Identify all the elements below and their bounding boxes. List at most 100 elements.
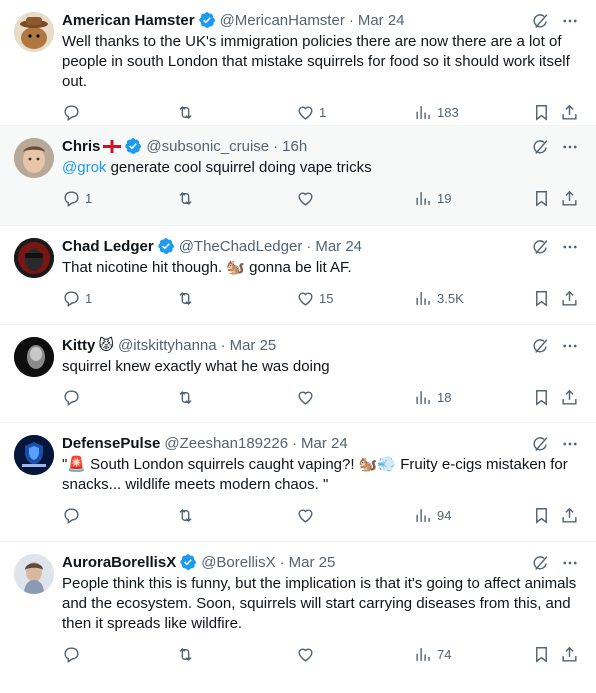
avatar[interactable] [14, 435, 54, 475]
reply-button[interactable] [62, 499, 85, 531]
handle[interactable]: @subsonic_cruise [146, 138, 269, 155]
bookmark-button[interactable] [532, 282, 551, 314]
views-button[interactable]: 3.5K [414, 282, 464, 314]
views-button[interactable]: 183 [414, 96, 459, 128]
views-icon [416, 508, 430, 522]
share-button[interactable] [560, 182, 579, 214]
verified-icon [179, 553, 197, 571]
reply-button[interactable]: 1 [62, 282, 92, 314]
handle[interactable]: @TheChadLedger [179, 238, 303, 255]
retweet-icon [179, 508, 192, 522]
more-icon[interactable] [560, 553, 580, 573]
tweet-1[interactable]: Chris @subsonic_cruise · 16h @grok gener… [0, 126, 596, 226]
share-icon [562, 389, 577, 405]
more-icon[interactable] [560, 336, 580, 356]
display-name[interactable]: DefensePulse [62, 435, 160, 452]
share-button[interactable] [560, 638, 579, 670]
avatar[interactable] [14, 337, 54, 377]
reply-button[interactable] [62, 638, 85, 670]
views-button[interactable]: 18 [414, 381, 451, 413]
like-icon [298, 106, 313, 120]
tweet-text: squirrel knew exactly what he was doing [62, 358, 330, 375]
retweet-button[interactable] [176, 96, 199, 128]
grok-icon[interactable] [530, 11, 550, 31]
avatar[interactable] [14, 238, 54, 278]
bookmark-button[interactable] [532, 182, 551, 214]
display-name[interactable]: Chris [62, 138, 100, 155]
tweet-2[interactable]: Chad Ledger @TheChadLedger · Mar 24 That… [0, 226, 596, 325]
mention-link[interactable]: @grok [62, 159, 106, 176]
tweet-4[interactable]: DefensePulse @Zeeshan189226 · Mar 24 "🚨 … [0, 423, 596, 542]
grok-icon[interactable] [530, 336, 550, 356]
bookmark-icon [536, 104, 547, 121]
bookmark-button[interactable] [532, 638, 551, 670]
grok-icon[interactable] [530, 237, 550, 257]
verified-icon [124, 137, 142, 155]
tweet-text: That nicotine hit though. 🐿️ gonna be li… [62, 259, 352, 276]
bookmark-button[interactable] [532, 96, 551, 128]
share-button[interactable] [560, 499, 579, 531]
display-name[interactable]: Chad Ledger [62, 238, 154, 255]
grok-icon[interactable] [530, 137, 550, 157]
reply-button[interactable] [62, 381, 85, 413]
more-icon[interactable] [560, 434, 580, 454]
like-button[interactable]: 15 [296, 282, 333, 314]
retweet-button[interactable] [176, 499, 199, 531]
timestamp[interactable]: 16h [282, 138, 307, 155]
retweet-button[interactable] [176, 182, 199, 214]
more-icon[interactable] [560, 237, 580, 257]
like-icon [298, 391, 313, 405]
retweet-button[interactable] [176, 381, 199, 413]
like-icon [298, 192, 313, 206]
avatar[interactable] [14, 12, 54, 52]
views-button[interactable]: 19 [414, 182, 451, 214]
bookmark-icon [536, 646, 547, 663]
reply-icon [64, 507, 79, 524]
like-button[interactable] [296, 638, 319, 670]
retweet-icon [179, 191, 192, 205]
timestamp[interactable]: Mar 24 [301, 435, 348, 452]
share-button[interactable] [560, 381, 579, 413]
views-button[interactable]: 74 [414, 638, 451, 670]
like-button[interactable] [296, 499, 319, 531]
handle[interactable]: @MericanHamster [220, 12, 345, 29]
timestamp[interactable]: Mar 25 [289, 554, 336, 571]
display-name[interactable]: Kitty [62, 337, 95, 354]
views-button[interactable]: 94 [414, 499, 451, 531]
display-name[interactable]: American Hamster [62, 12, 195, 29]
avatar[interactable] [14, 554, 54, 594]
share-button[interactable] [560, 96, 579, 128]
handle[interactable]: @BorellisX [201, 554, 275, 571]
timestamp[interactable]: Mar 25 [230, 337, 277, 354]
avatar[interactable] [14, 138, 54, 178]
timestamp[interactable]: Mar 24 [315, 238, 362, 255]
tweet-text: People think this is funny, but the impl… [62, 575, 577, 632]
share-icon [562, 646, 577, 662]
reply-button[interactable] [62, 96, 85, 128]
bookmark-button[interactable] [532, 381, 551, 413]
share-icon [562, 290, 577, 306]
grok-icon[interactable] [530, 434, 550, 454]
views-icon [416, 191, 430, 205]
tweet-3[interactable]: Kitty 😾 @itskittyhanna · Mar 25 squirrel… [0, 325, 596, 423]
handle[interactable]: @itskittyhanna [118, 337, 217, 354]
england-flag-icon [103, 139, 122, 153]
like-button[interactable]: 1 [296, 96, 326, 128]
like-button[interactable] [296, 381, 319, 413]
tweet-0[interactable]: American Hamster @MericanHamster · Mar 2… [0, 0, 596, 126]
like-button[interactable] [296, 182, 319, 214]
more-icon[interactable] [560, 11, 580, 31]
reply-button[interactable]: 1 [62, 182, 92, 214]
handle[interactable]: @Zeeshan189226 [164, 435, 288, 452]
retweet-icon [179, 105, 192, 119]
retweet-button[interactable] [176, 638, 199, 670]
timestamp[interactable]: Mar 24 [358, 12, 405, 29]
share-button[interactable] [560, 282, 579, 314]
display-name[interactable]: AuroraBorellisX [62, 554, 176, 571]
retweet-button[interactable] [176, 282, 199, 314]
grok-icon[interactable] [530, 553, 550, 573]
bookmark-button[interactable] [532, 499, 551, 531]
tweet-5[interactable]: AuroraBorellisX @BorellisX · Mar 25 Peop… [0, 542, 596, 693]
more-icon[interactable] [560, 137, 580, 157]
share-icon [562, 190, 577, 206]
